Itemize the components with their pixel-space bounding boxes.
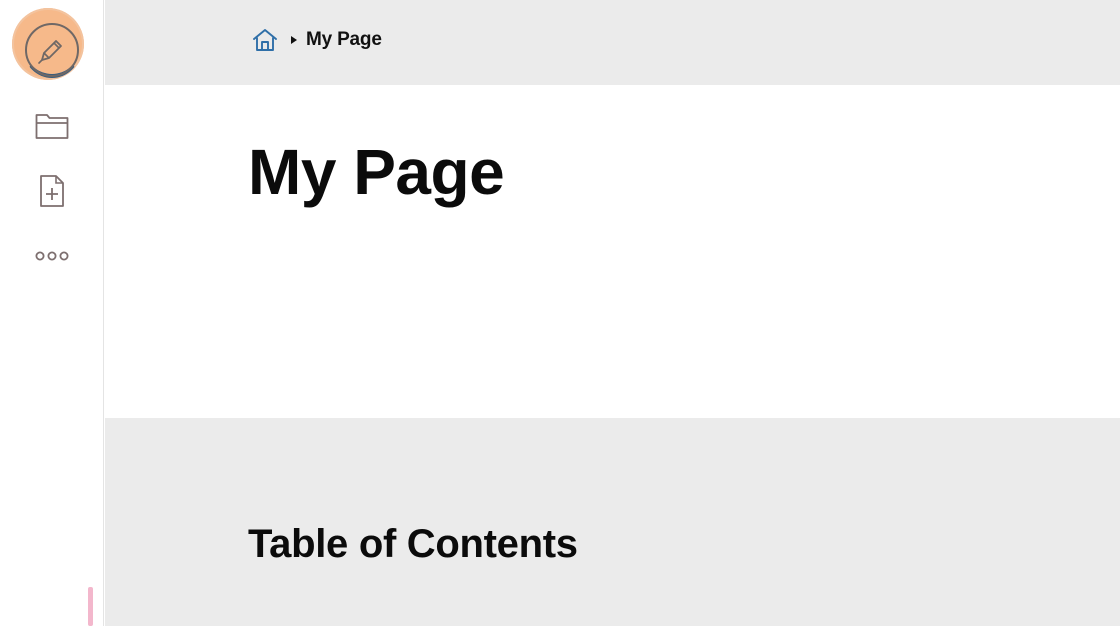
breadcrumb-separator-icon — [291, 36, 297, 44]
new-page-icon — [40, 175, 64, 207]
page-content: Table of Contents — [105, 418, 1120, 626]
folder-icon — [35, 114, 69, 139]
home-icon — [253, 29, 277, 51]
folder-button[interactable] — [34, 108, 70, 144]
new-page-button[interactable] — [34, 173, 70, 209]
sidebar — [0, 0, 104, 626]
scroll-indicator[interactable] — [88, 587, 93, 626]
app-window: My Page My Page Table of Contents — [0, 0, 1120, 626]
more-button[interactable] — [34, 238, 70, 274]
page-hero: My Page — [105, 85, 1120, 418]
more-icon — [35, 251, 69, 261]
edit-page-button[interactable] — [12, 8, 84, 80]
home-link[interactable] — [251, 26, 279, 54]
page-title: My Page — [248, 136, 505, 208]
breadcrumb-current[interactable]: My Page — [306, 29, 382, 51]
pencil-icon — [38, 40, 62, 64]
breadcrumb: My Page — [251, 26, 382, 54]
page-header: My Page — [105, 0, 1120, 85]
toc-heading: Table of Contents — [248, 522, 578, 566]
